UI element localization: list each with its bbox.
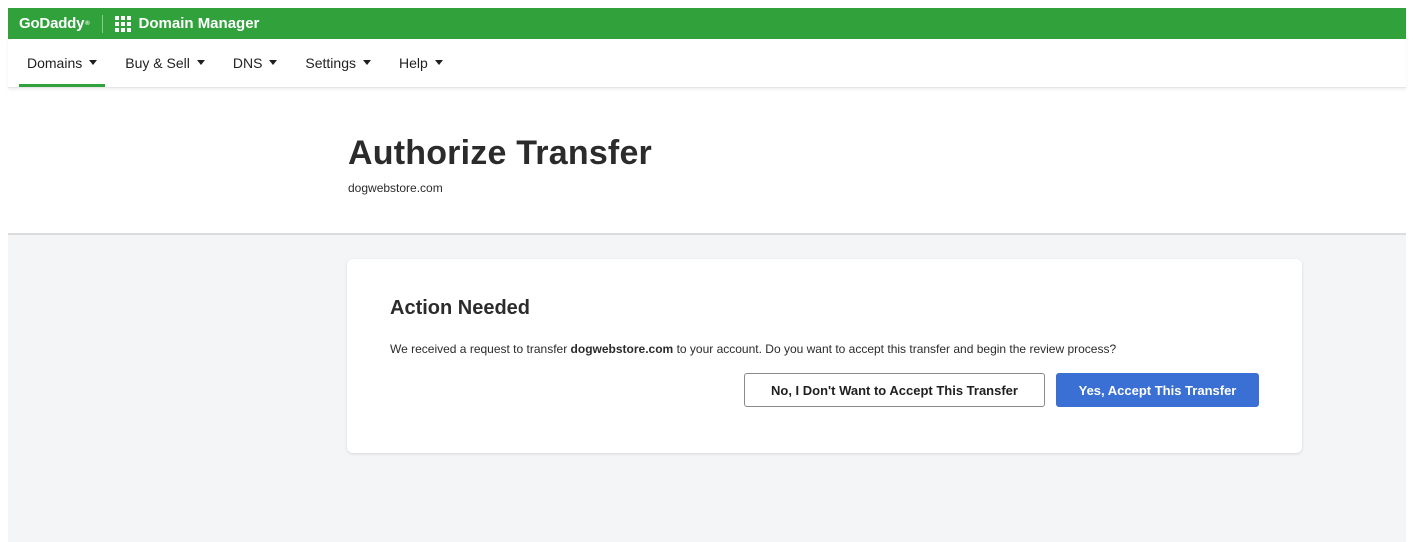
main-nav: Domains Buy & Sell DNS Settings Help bbox=[8, 39, 1406, 88]
page-header: Authorize Transfer dogwebstore.com bbox=[8, 97, 1406, 235]
top-bar: GoDaddy® Domain Manager bbox=[8, 8, 1406, 39]
nav-label: Buy & Sell bbox=[125, 54, 190, 71]
message-suffix: to your account. Do you want to accept t… bbox=[673, 342, 1117, 356]
nav-label: Domains bbox=[27, 54, 83, 71]
nav-settings[interactable]: Settings bbox=[297, 41, 379, 87]
app-frame: GoDaddy® Domain Manager Domains Buy & Se… bbox=[8, 8, 1406, 542]
caret-down-icon bbox=[363, 60, 371, 65]
action-card: Action Needed We received a request to t… bbox=[347, 259, 1302, 453]
caret-down-icon bbox=[434, 60, 443, 65]
nav-label: Help bbox=[399, 54, 428, 71]
app-name: Domain Manager bbox=[138, 15, 260, 32]
content-area: Action Needed We received a request to t… bbox=[8, 235, 1406, 542]
card-message: We received a request to transfer dogweb… bbox=[390, 342, 1116, 356]
nav-buy-sell[interactable]: Buy & Sell bbox=[117, 41, 213, 87]
app-switcher[interactable]: Domain Manager bbox=[114, 15, 260, 32]
nav-help[interactable]: Help bbox=[391, 41, 451, 87]
nav-label: DNS bbox=[232, 54, 263, 71]
caret-down-icon bbox=[89, 60, 98, 65]
apps-grid-icon bbox=[114, 15, 131, 32]
caret-down-icon bbox=[269, 60, 278, 65]
domain-subtitle: dogwebstore.com bbox=[348, 181, 443, 195]
card-title: Action Needed bbox=[390, 297, 531, 319]
godaddy-logo[interactable]: GoDaddy® bbox=[19, 14, 103, 33]
message-domain: dogwebstore.com bbox=[570, 342, 674, 356]
accept-transfer-button[interactable]: Yes, Accept This Transfer bbox=[1056, 373, 1259, 407]
trademark-mark: ® bbox=[85, 20, 90, 27]
nav-domains[interactable]: Domains bbox=[19, 41, 106, 87]
nav-label: Settings bbox=[305, 54, 356, 71]
page-title: Authorize Transfer bbox=[348, 134, 652, 172]
decline-transfer-button[interactable]: No, I Don't Want to Accept This Transfer bbox=[744, 373, 1045, 407]
brand-name: GoDaddy bbox=[19, 14, 85, 32]
message-prefix: We received a request to transfer bbox=[390, 342, 571, 356]
nav-dns[interactable]: DNS bbox=[225, 41, 286, 87]
caret-down-icon bbox=[196, 60, 205, 65]
